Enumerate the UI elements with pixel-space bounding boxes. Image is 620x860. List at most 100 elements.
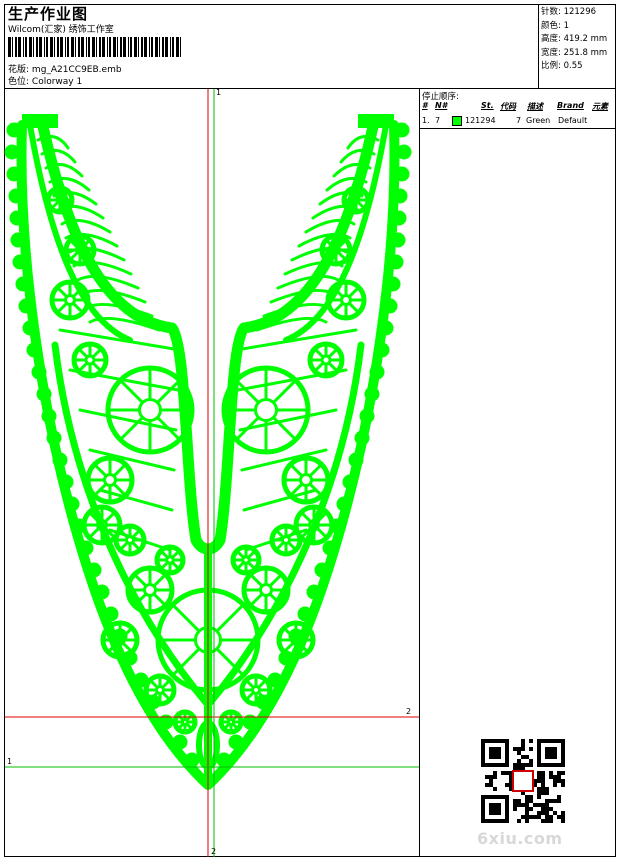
rosette-spoke xyxy=(170,560,181,571)
scallop-dot xyxy=(172,734,188,750)
rosette-spoke xyxy=(91,347,103,359)
qr-module xyxy=(517,819,521,823)
qr-module xyxy=(545,819,549,823)
qr-module xyxy=(549,771,553,775)
scallop-dot xyxy=(36,386,52,402)
qr-module xyxy=(553,783,557,787)
rosette-spoke xyxy=(356,200,366,210)
qr-module xyxy=(525,811,529,815)
rosette-spoke xyxy=(268,572,284,588)
rosette-spoke xyxy=(176,722,185,731)
rosette-spoke xyxy=(68,250,80,262)
qr-module xyxy=(537,775,541,779)
site-watermark: 6xiu.com xyxy=(477,829,563,848)
qr-module xyxy=(561,779,565,783)
rosette-spoke xyxy=(103,510,117,524)
qr-module xyxy=(517,747,521,751)
rosette-spoke xyxy=(55,285,69,299)
scallop-dot xyxy=(41,408,57,424)
axis-label-bottom: 2 xyxy=(211,847,217,856)
rosette-spoke xyxy=(155,378,182,405)
scallop-dot xyxy=(314,562,330,578)
lattice-strut xyxy=(236,368,348,392)
qr-module xyxy=(521,755,525,759)
qr-module xyxy=(529,759,533,763)
scallop-dot xyxy=(348,452,364,468)
rosette-spoke xyxy=(308,462,324,478)
qr-module xyxy=(553,779,557,783)
qr-module xyxy=(537,779,541,783)
scallop-dot xyxy=(369,364,385,380)
qr-module xyxy=(529,807,533,811)
scallop-dot xyxy=(26,342,42,358)
rosette-spoke xyxy=(159,560,170,571)
qr-module xyxy=(541,791,545,795)
scallop-dot xyxy=(9,210,25,226)
qr-module xyxy=(561,783,565,787)
rosette-spoke xyxy=(246,560,257,571)
scallop-dot xyxy=(18,298,34,314)
scallop-dot xyxy=(391,210,407,226)
scallop-dot xyxy=(12,254,28,270)
qr-module xyxy=(533,815,537,819)
rosette-spoke xyxy=(246,549,257,560)
qr-module xyxy=(545,799,549,803)
axis-label-left: 1 xyxy=(7,757,13,766)
scallop-dot xyxy=(6,122,22,138)
scallop-dot xyxy=(394,166,410,182)
qr-module xyxy=(537,811,541,815)
rosette-spoke xyxy=(327,361,339,373)
scallop-dot xyxy=(52,452,68,468)
qr-module xyxy=(529,747,533,751)
rosette-spoke xyxy=(77,361,89,373)
scallop-dot xyxy=(374,342,390,358)
scallop-dot xyxy=(306,584,322,600)
rosette-spoke xyxy=(315,526,329,540)
qr-module xyxy=(537,787,541,791)
qr-module xyxy=(541,771,545,775)
qr-module xyxy=(517,799,521,803)
qr-logo-seal xyxy=(511,769,535,793)
qr-finder-core xyxy=(489,747,501,759)
qr-module xyxy=(493,775,497,779)
qr-module xyxy=(549,819,553,823)
rosette-spoke xyxy=(234,378,261,405)
rosette-spoke xyxy=(91,361,103,373)
scallop-dot xyxy=(46,430,62,446)
qr-module xyxy=(493,771,497,775)
lace-rosette xyxy=(218,709,244,735)
qr-module xyxy=(517,751,521,755)
shoulder-tip xyxy=(358,114,394,128)
qr-module xyxy=(521,743,525,747)
rosette-spoke xyxy=(112,462,128,478)
qr-module xyxy=(525,815,529,819)
qr-module xyxy=(549,807,553,811)
qr-module xyxy=(505,783,509,787)
rosette-spoke xyxy=(231,722,240,731)
qr-module xyxy=(541,819,545,823)
scallop-dot xyxy=(297,606,313,622)
scallop-dot xyxy=(364,386,380,402)
qr-module xyxy=(521,763,525,767)
rosette-spoke xyxy=(170,549,181,560)
scallop-dot xyxy=(396,144,412,160)
qr-module xyxy=(561,815,565,819)
scallop-dot xyxy=(64,496,80,512)
qr-module xyxy=(545,811,549,815)
qr-module xyxy=(529,739,533,743)
scallop-dot xyxy=(4,144,20,160)
rosette-spoke xyxy=(176,713,185,722)
rosette-spoke xyxy=(274,540,286,552)
qr-module xyxy=(525,763,529,767)
scallop-dot xyxy=(385,276,401,292)
qr-module xyxy=(557,771,561,775)
qr-module xyxy=(529,795,533,799)
rosette-spoke xyxy=(159,549,170,560)
qr-module xyxy=(525,807,529,811)
rosette-spoke xyxy=(248,592,264,608)
qr-module xyxy=(541,787,545,791)
lattice-arc xyxy=(283,260,344,276)
qr-module xyxy=(545,791,549,795)
scallop-dot xyxy=(8,188,24,204)
qr-module xyxy=(525,795,529,799)
